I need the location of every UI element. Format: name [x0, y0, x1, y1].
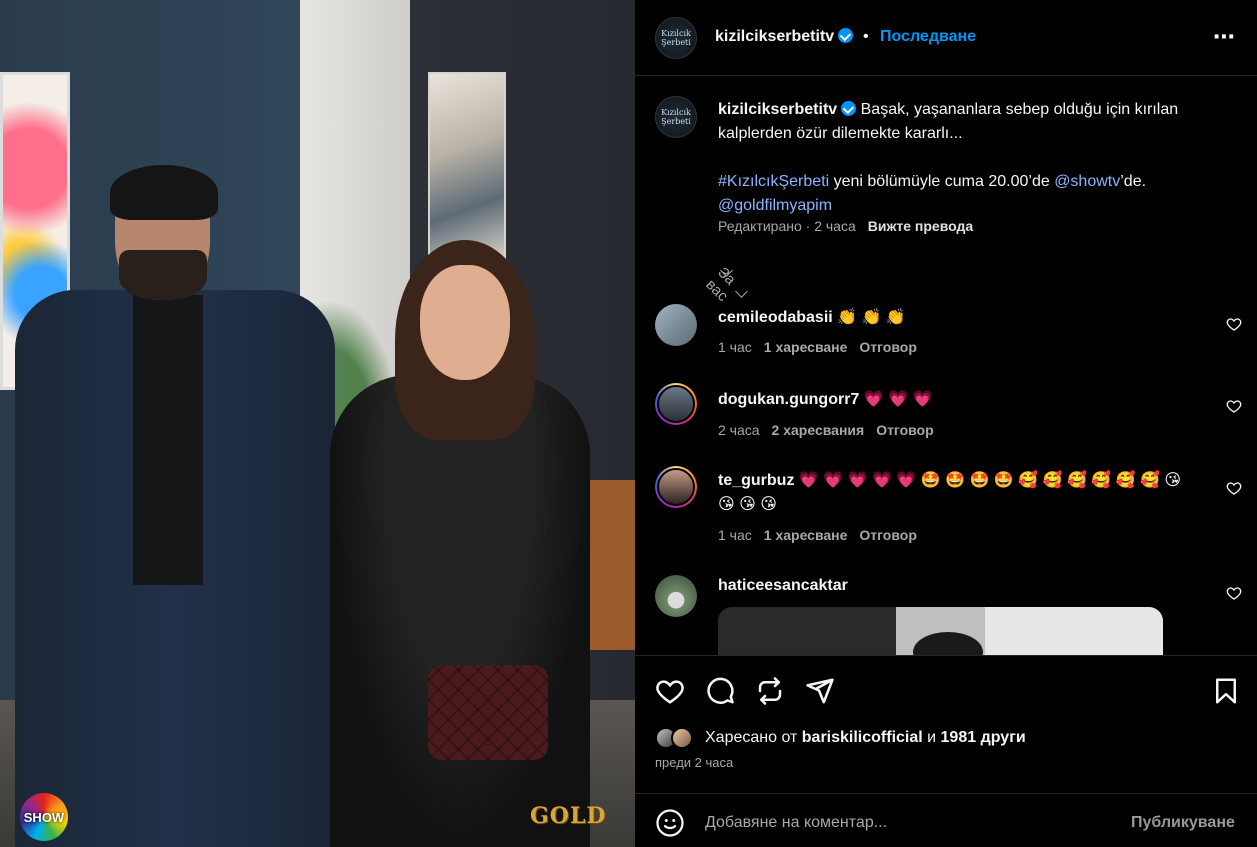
emoji-icon[interactable] [655, 808, 685, 838]
comment-likes[interactable]: 2 харесвания [772, 422, 865, 438]
comment-image-attachment[interactable] [718, 607, 1163, 655]
woman-figure [330, 240, 590, 847]
liker-username[interactable]: bariskilicofficial [802, 729, 923, 746]
reply-button[interactable]: Отговор [859, 527, 916, 543]
like-comment-heart-icon[interactable] [1226, 398, 1242, 414]
commenter-avatar[interactable] [655, 466, 697, 508]
caption-body: yeni bölümüyle cuma 20.00’de [829, 173, 1055, 190]
edited-label: Редактирано · 2 часа [718, 218, 856, 234]
bookmark-icon[interactable] [1211, 676, 1241, 706]
post-side-panel: Kızılcık Şerbeti kizilcikserbetitv • Пос… [635, 0, 1257, 847]
commenter-username[interactable]: cemileodabasii [718, 309, 833, 326]
handbag [428, 665, 548, 760]
reply-button[interactable]: Отговор [876, 422, 933, 438]
comment-time[interactable]: 1 час [718, 527, 752, 543]
add-comment-input[interactable] [705, 808, 1105, 838]
verified-badge-icon [838, 28, 854, 43]
post-media[interactable]: SHOW GOLD [0, 0, 635, 847]
account-username[interactable]: kizilcikserbetitv [715, 28, 854, 46]
hashtag-link[interactable]: #KızılcıkŞerbeti [718, 173, 829, 190]
comment-likes[interactable]: 1 харесване [764, 339, 848, 355]
commenter-avatar[interactable] [655, 383, 697, 425]
liker-avatar[interactable] [671, 727, 693, 749]
painting [428, 72, 506, 262]
mention-link[interactable]: @goldfilmyapim [718, 197, 832, 214]
gold-logo: GOLD [530, 803, 607, 829]
man-figure [15, 165, 335, 847]
reply-button[interactable]: Отговор [859, 339, 916, 355]
comment-icon[interactable] [705, 676, 735, 706]
send-icon[interactable] [805, 676, 835, 706]
comment-text: 💗 💗 💗 [863, 391, 933, 408]
like-comment-heart-icon[interactable] [1226, 480, 1242, 496]
likes-middle: и [922, 729, 941, 746]
comment-likes[interactable]: 1 харесване [764, 527, 848, 543]
caption-text: kizilcikserbetitv Başak, yaşananlara seb… [718, 98, 1238, 218]
caption-avatar[interactable]: Kızılcık Şerbeti [655, 96, 697, 138]
separator-dot: • [863, 28, 869, 45]
likes-text[interactable]: Харесано от bariskilicofficial и 1981 др… [705, 729, 1026, 747]
heart-icon[interactable] [655, 676, 685, 706]
post-header: Kızılcık Şerbeti kizilcikserbetitv • Пос… [635, 0, 1257, 76]
post-actions-bar: Харесано от bariskilicofficial и 1981 др… [635, 655, 1257, 847]
show-tv-logo: SHOW [20, 793, 68, 841]
follow-button[interactable]: Последване [880, 28, 976, 46]
comment-text: 👏 👏 👏 [837, 309, 906, 326]
commenter-avatar[interactable] [655, 304, 697, 346]
comment-time[interactable]: 1 час [718, 339, 752, 355]
caption-body: ’de. [1120, 173, 1147, 190]
chevron-down-icon [735, 285, 748, 298]
account-avatar[interactable]: Kızılcık Şerbeti [655, 17, 697, 59]
post-time[interactable]: преди 2 часа [655, 755, 733, 770]
like-comment-heart-icon[interactable] [1226, 585, 1242, 601]
repost-icon[interactable] [755, 676, 785, 706]
caption-username[interactable]: kizilcikserbetitv [718, 101, 837, 118]
translate-button[interactable]: Вижте превода [868, 218, 973, 234]
mention-link[interactable]: @showtv [1054, 173, 1120, 190]
commenter-username[interactable]: te_gurbuz [718, 472, 794, 489]
like-comment-heart-icon[interactable] [1226, 316, 1242, 332]
more-options-icon[interactable]: ⋯ [1213, 24, 1236, 50]
filter-label: За вас [702, 264, 739, 305]
comment-time[interactable]: 2 часа [718, 422, 760, 438]
comment-filter-dropdown[interactable]: За вас [702, 264, 748, 305]
caption-meta: Редактирано · 2 часа Вижте превода [718, 218, 973, 234]
commenter-username[interactable]: dogukan.gungorr7 [718, 391, 859, 408]
verified-badge-icon [841, 101, 857, 116]
likes-prefix: Харесано от [705, 729, 802, 746]
add-comment-row: Публикуване [635, 793, 1257, 847]
likes-others[interactable]: 1981 други [941, 729, 1026, 746]
commenter-avatar[interactable] [655, 575, 697, 617]
commenter-username[interactable]: haticeesancaktar [718, 577, 848, 595]
publish-button[interactable]: Публикуване [1131, 814, 1235, 832]
